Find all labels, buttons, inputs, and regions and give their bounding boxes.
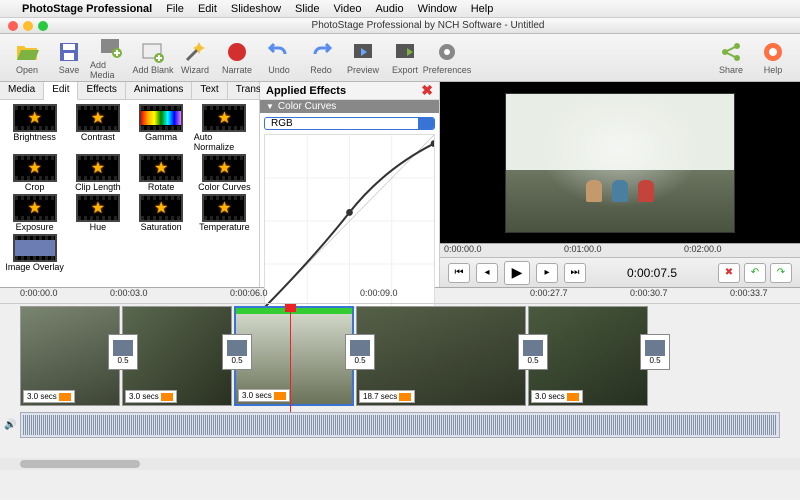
effect-hue[interactable]: ★Hue [67,194,128,232]
menubar: PhotoStage Professional File Edit Slides… [0,0,800,18]
prev-frame-button[interactable]: ◂ [476,263,498,283]
timeline-clip[interactable]: 3.0 secs [122,306,232,406]
transition-marker[interactable]: 0.5 [640,334,670,370]
timeline: 0:00:00.00:00:03.00:00:06.00:00:09.00:00… [0,287,800,497]
audio-track[interactable] [20,412,780,438]
panel-tabs: Media Edit Effects Animations Text Trans… [0,82,259,100]
preview-image [505,93,735,233]
app-name[interactable]: PhotoStage Professional [22,3,152,15]
timeline-clip[interactable]: 18.7 secs [356,306,526,406]
clip-duration: 3.0 secs [238,389,290,402]
transition-marker[interactable]: 0.5 [108,334,138,370]
save-button[interactable]: Save [48,40,90,75]
effect-exposure[interactable]: ★Exposure [4,194,65,232]
timeline-scrollbar[interactable] [0,458,800,470]
open-button[interactable]: Open [6,40,48,75]
goto-start-button[interactable]: ⏮ [448,263,470,283]
clips-track[interactable]: 3.0 secs 3.0 secs 3.0 secs 18.7 secs 3.0… [0,304,800,412]
window-title: PhotoStage Professional by NCH Software … [56,20,800,31]
undo-button[interactable]: Undo [258,40,300,75]
add-blank-button[interactable]: Add Blank [132,40,174,75]
tab-text[interactable]: Text [192,82,227,99]
goto-end-button[interactable]: ⏭ [564,263,586,283]
undo-tl-button[interactable]: ↶ [744,263,766,283]
close-icon[interactable]: ✖ [421,82,433,99]
effect-rotate[interactable]: ★Rotate [131,154,192,192]
timeline-ruler[interactable]: 0:00:00.00:00:03.00:00:06.00:00:09.00:00… [0,288,800,304]
effects-panel: Media Edit Effects Animations Text Trans… [0,82,260,287]
help-button[interactable]: Help [752,40,794,75]
preview-panel: 0:00:00.00:01:00.00:02:00.0 ⏮ ◂ ▶ ▸ ⏭ 0:… [440,82,800,287]
delete-button[interactable]: ✖ [718,263,740,283]
curve-editor[interactable] [264,134,435,308]
tab-media[interactable]: Media [0,82,44,99]
effect-contrast[interactable]: ★Contrast [67,104,128,152]
transition-marker[interactable]: 0.5 [222,334,252,370]
menu-slide[interactable]: Slide [295,3,319,15]
clip-duration: 3.0 secs [531,390,583,403]
menu-slideshow[interactable]: Slideshow [231,3,281,15]
narrate-button[interactable]: Narrate [216,40,258,75]
effect-saturation[interactable]: ★Saturation [131,194,192,232]
menu-audio[interactable]: Audio [375,3,403,15]
applied-section[interactable]: Color Curves [260,100,439,113]
effect-crop[interactable]: ★Crop [4,154,65,192]
share-button[interactable]: Share [710,40,752,75]
effect-gamma[interactable]: Gamma [131,104,192,152]
menu-file[interactable]: File [166,3,184,15]
play-button[interactable]: ▶ [504,261,530,285]
playback-controls: ⏮ ◂ ▶ ▸ ⏭ 0:00:07.5 ✖ ↶ ↷ [440,257,800,287]
redo-button[interactable]: Redo [300,40,342,75]
preview-ruler: 0:00:00.00:01:00.00:02:00.0 [440,243,800,257]
effect-auto-normalize[interactable]: ★Auto Normalize [194,104,255,152]
menu-edit[interactable]: Edit [198,3,217,15]
effect-color-curves[interactable]: ★Color Curves [194,154,255,192]
window-close[interactable] [8,21,18,31]
timeline-clip[interactable]: 3.0 secs [20,306,120,406]
applied-effects-title: Applied Effects [266,85,346,97]
transition-marker[interactable]: 0.5 [345,334,375,370]
menu-help[interactable]: Help [471,3,494,15]
preview-button[interactable]: Preview [342,40,384,75]
clip-duration: 3.0 secs [125,390,177,403]
menu-video[interactable]: Video [334,3,362,15]
effect-temperature[interactable]: ★Temperature [194,194,255,232]
clip-duration: 3.0 secs [23,390,75,403]
next-frame-button[interactable]: ▸ [536,263,558,283]
redo-tl-button[interactable]: ↷ [770,263,792,283]
toolbar: Open Save Add Media Add Blank Wizard Nar… [0,34,800,82]
speaker-icon[interactable]: 🔊 [4,420,16,431]
tab-edit[interactable]: Edit [44,82,78,100]
applied-effects-panel: Applied Effects ✖ Color Curves RGB [260,82,440,287]
window-maximize[interactable] [38,21,48,31]
preview-viewport [440,82,800,243]
wizard-button[interactable]: Wizard [174,40,216,75]
window-minimize[interactable] [23,21,33,31]
add-media-button[interactable]: Add Media [90,35,132,80]
tab-animations[interactable]: Animations [126,82,192,99]
transition-marker[interactable]: 0.5 [518,334,548,370]
effect-brightness[interactable]: ★Brightness [4,104,65,152]
menu-window[interactable]: Window [418,3,457,15]
effect-clip-length[interactable]: ★Clip Length [67,154,128,192]
export-button[interactable]: Export [384,40,426,75]
effect-image-overlay[interactable]: Image Overlay [4,234,65,272]
preferences-button[interactable]: Preferences [426,40,468,75]
channel-select[interactable]: RGB [264,117,435,130]
tab-effects[interactable]: Effects [78,82,125,99]
playback-time: 0:00:07.5 [592,266,712,280]
clip-duration: 18.7 secs [359,390,415,403]
timeline-clip[interactable]: 3.0 secs [234,306,354,406]
titlebar: PhotoStage Professional by NCH Software … [0,18,800,34]
